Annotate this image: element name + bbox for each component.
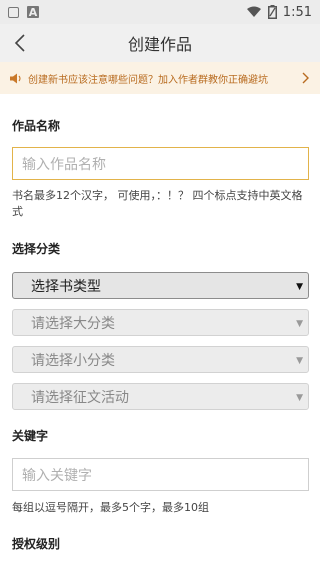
minor-category-select[interactable]: 请选择小分类 ▼	[12, 346, 309, 373]
page-title: 创建作品	[127, 35, 192, 54]
contest-select[interactable]: 请选择征文活动 ▼	[12, 383, 309, 410]
app-bar: 创建作品	[0, 24, 320, 62]
book-type-select[interactable]: 选择书类型 ▼	[12, 272, 309, 299]
wifi-icon	[246, 6, 261, 17]
contest-value: 请选择征文活动	[31, 389, 129, 406]
license-label: 授权级别	[12, 537, 61, 551]
minor-category-value: 请选择小分类	[31, 352, 115, 369]
image-icon	[8, 6, 19, 18]
dropdown-arrow-icon: ▼	[296, 355, 303, 366]
battery-icon	[267, 5, 277, 19]
status-time: 1:51	[282, 4, 312, 20]
keywords-placeholder: 输入关键字	[22, 467, 92, 484]
work-name-label: 作品名称	[12, 119, 61, 133]
keywords-input[interactable]: 输入关键字	[12, 458, 309, 491]
book-type-value: 选择书类型	[31, 278, 101, 295]
back-button[interactable]	[14, 24, 44, 62]
category-label: 选择分类	[12, 242, 61, 256]
keywords-label: 关键字	[12, 429, 49, 443]
status-bar: A 1:51	[0, 0, 320, 24]
a-icon: A	[27, 5, 39, 19]
author-group-notice[interactable]: 创建新书应该注意哪些问题？加入作者群教你正确避坑	[0, 62, 320, 94]
major-category-value: 请选择大分类	[31, 315, 115, 332]
keywords-hint: 每组以逗号隔开，最多5个字，最多10组	[12, 501, 209, 514]
work-name-hint: 书名最多12个汉字， 可使用，：！？ 四个标点支持中英文格式	[12, 189, 303, 218]
major-category-select[interactable]: 请选择大分类 ▼	[12, 309, 309, 336]
chevron-left-icon	[14, 34, 25, 52]
dropdown-arrow-icon: ▼	[296, 392, 303, 403]
work-name-placeholder: 输入作品名称	[22, 156, 106, 173]
dropdown-arrow-icon: ▼	[296, 318, 303, 329]
chevron-right-icon	[302, 72, 309, 84]
speaker-icon	[10, 73, 21, 83]
notice-text: 创建新书应该注意哪些问题？加入作者群教你正确避坑	[28, 74, 268, 86]
dropdown-arrow-icon: ▼	[296, 281, 303, 292]
work-name-input[interactable]: 输入作品名称	[12, 147, 309, 180]
